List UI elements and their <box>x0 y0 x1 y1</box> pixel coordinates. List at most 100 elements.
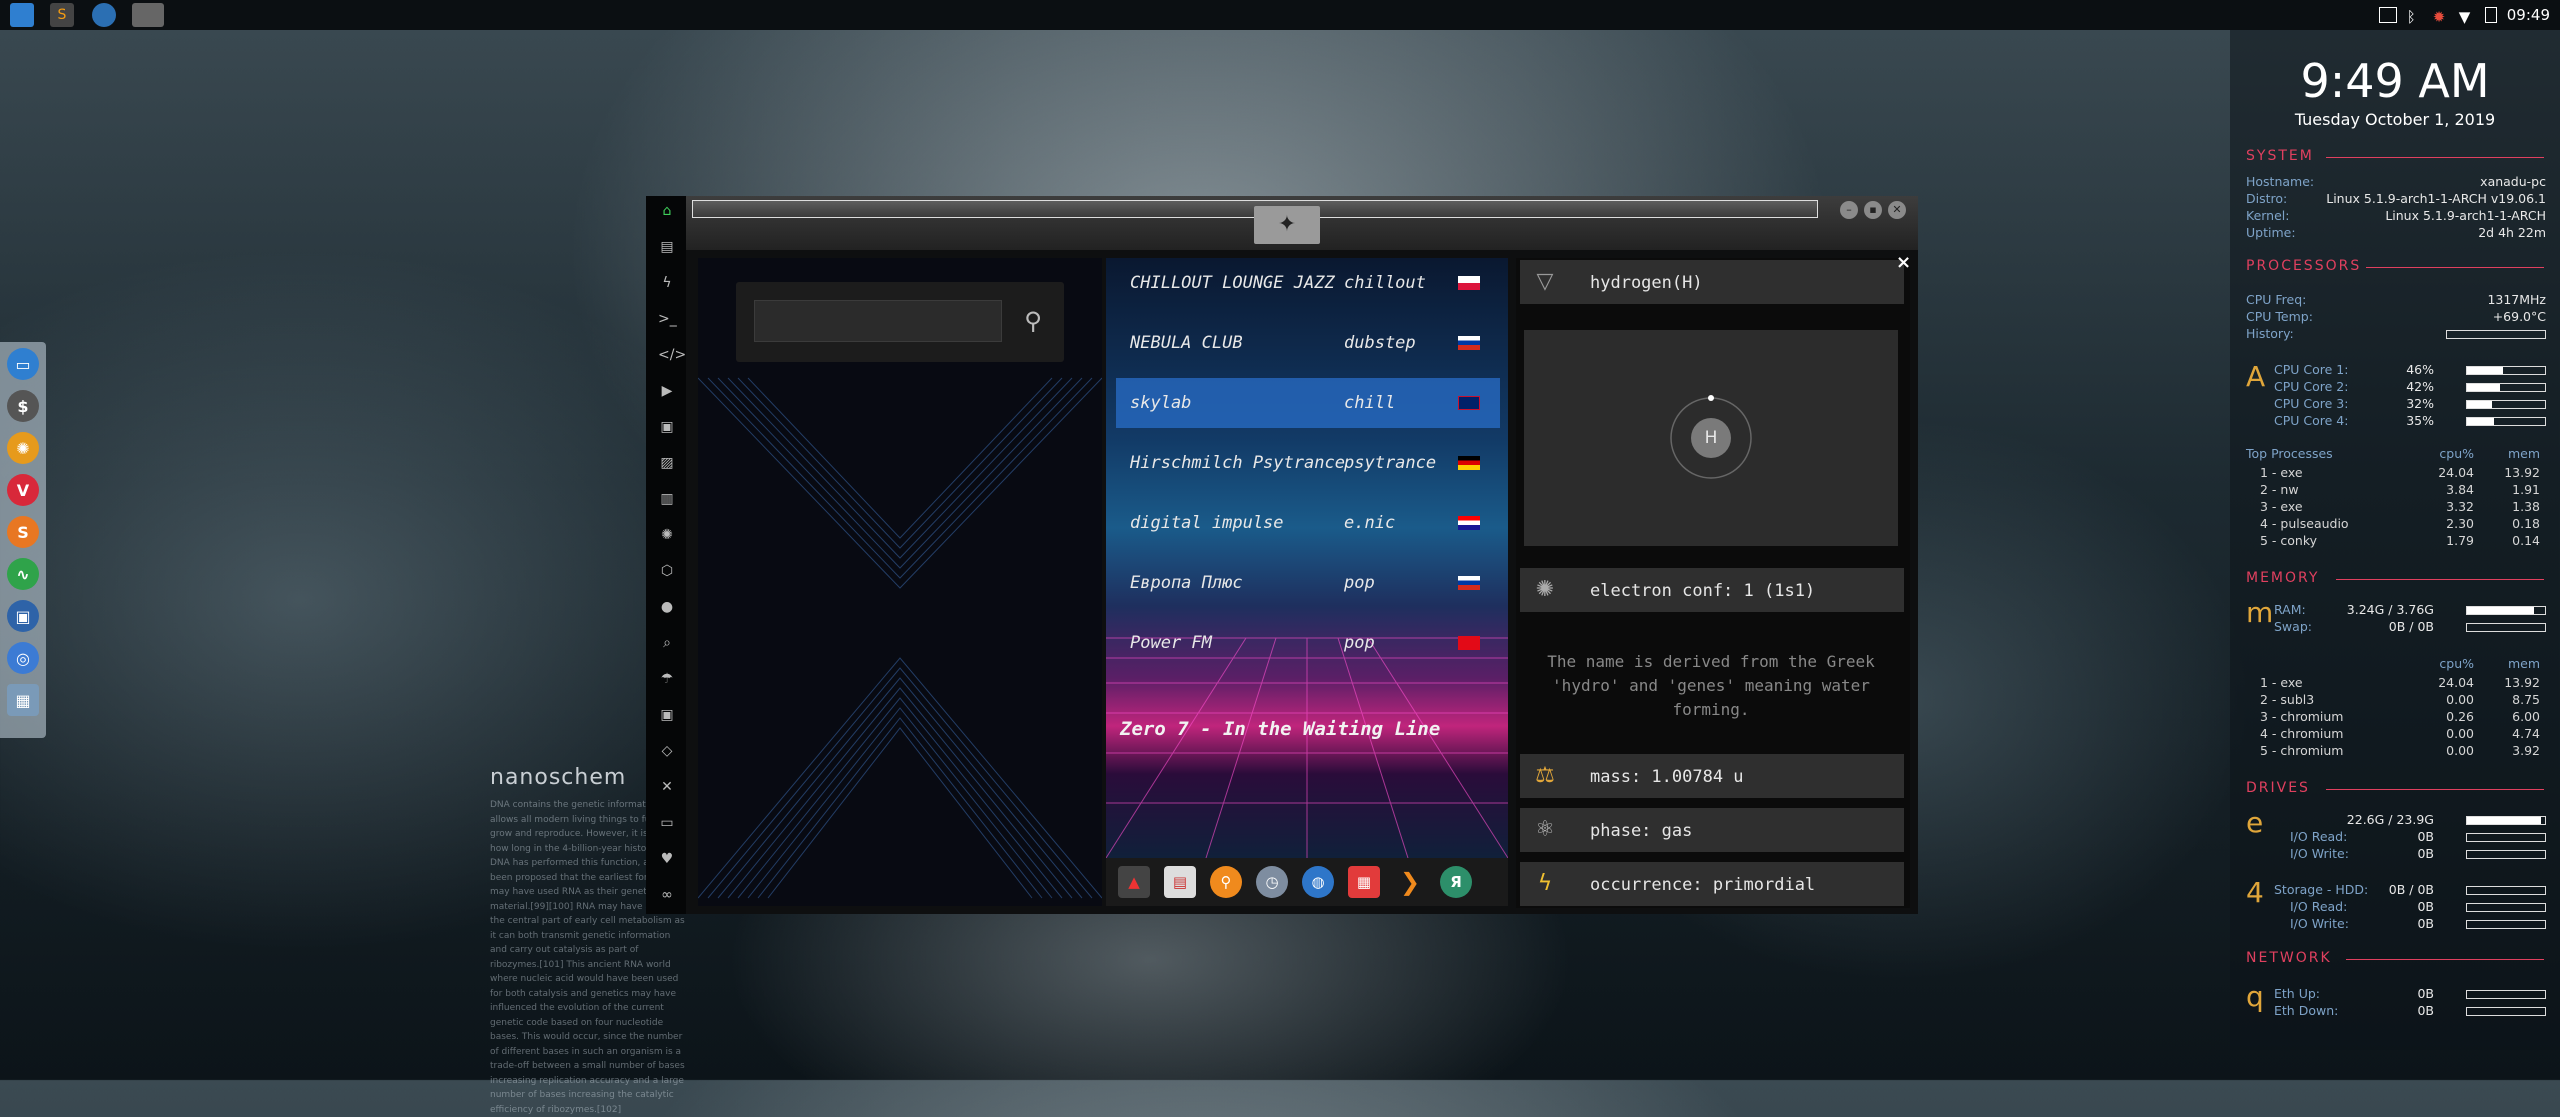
shapes-icon[interactable]: ◇ <box>658 742 676 760</box>
system-heading: SYSTEM <box>2246 148 2314 164</box>
code-icon[interactable]: </> <box>658 346 686 364</box>
app-launcher-bar: ▲ ▤ ⚲ ◷ ◍ ▦ ❯ Я <box>1106 858 1508 906</box>
vivaldi-icon[interactable]: V <box>7 474 39 506</box>
search-input[interactable] <box>754 300 1002 342</box>
station-genre: dubstep <box>1344 333 1416 353</box>
heart-icon[interactable]: ♥ <box>658 850 676 868</box>
station-row[interactable]: Hirschmilch Psytrance psytrance <box>1116 438 1500 488</box>
umbrella-icon[interactable]: ☂ <box>658 670 676 688</box>
process-row: 4 - chromium 0.00 4.74 <box>2260 726 2540 741</box>
drive2-write-row: I/O Write: 0B <box>2290 916 2434 931</box>
bluetooth-icon[interactable]: ᛒ <box>2407 8 2423 26</box>
lightning-icon[interactable]: ϟ <box>658 274 676 292</box>
network-heading: NETWORK <box>2246 950 2332 966</box>
atom-icon: ✺ <box>1535 577 1555 602</box>
grid-icon[interactable]: ▦ <box>7 684 39 716</box>
station-row[interactable]: Power FM pop <box>1116 618 1500 668</box>
money-icon[interactable]: $ <box>7 390 39 422</box>
arrow-icon[interactable]: ❯ <box>1394 866 1426 898</box>
search-box: ⚲ <box>736 282 1064 362</box>
chromium-icon[interactable] <box>92 3 116 27</box>
terminal-icon[interactable]: >_ <box>658 310 677 328</box>
swap-bar <box>2466 623 2546 632</box>
atom-icon[interactable]: ✺ <box>658 526 676 544</box>
document-icon[interactable]: ▤ <box>658 238 676 256</box>
dock: ▭ $ ✺ V S ∿ ▣ ◎ ▦ <box>0 342 46 738</box>
schedule-icon[interactable]: ▦ <box>1348 866 1380 898</box>
cpu-core-bar <box>2466 383 2546 392</box>
monitor-icon[interactable]: ∿ <box>7 558 39 590</box>
calendar-icon[interactable]: ▤ <box>1164 866 1196 898</box>
station-genre: pop <box>1344 633 1375 653</box>
process-row: 2 - subl3 0.00 8.75 <box>2260 692 2540 707</box>
kernel-row: Kernel: Linux 5.1.9-arch1-1-ARCH <box>2246 208 2546 223</box>
io-bar <box>2466 920 2546 929</box>
clock-icon[interactable]: ◷ <box>1256 866 1288 898</box>
gallery-icon[interactable]: ▣ <box>658 418 676 436</box>
search-icon[interactable]: ⚲ <box>1016 304 1050 338</box>
home-icon[interactable]: ⌂ <box>658 202 676 220</box>
close-button[interactable]: ✕ <box>1888 201 1906 219</box>
youtube-icon[interactable]: ▭ <box>658 814 676 832</box>
contact-icon[interactable]: ▣ <box>658 706 676 724</box>
process-row: 1 - exe 24.04 13.92 <box>2260 465 2540 480</box>
workspace-icon[interactable] <box>132 3 164 27</box>
triangle-icon: ▽ <box>1536 269 1554 294</box>
globe-icon[interactable]: ● <box>658 598 676 616</box>
chrome-icon[interactable]: ◎ <box>7 642 39 674</box>
station-genre: chill <box>1344 393 1396 413</box>
process-row: 3 - chromium 0.26 6.00 <box>2260 709 2540 724</box>
element-name: hydrogen(H) <box>1590 273 1703 293</box>
cpu-core-bar <box>2466 417 2546 426</box>
expand-icon[interactable]: ✕ <box>658 778 676 796</box>
minimize-button[interactable]: – <box>1840 201 1858 219</box>
process-row: 5 - conky 1.79 0.14 <box>2260 533 2540 548</box>
eth-down-bar <box>2466 1007 2546 1016</box>
yandex-icon[interactable]: Я <box>1440 866 1472 898</box>
globe-icon[interactable]: ◍ <box>1302 866 1334 898</box>
title-bar[interactable]: ✦ – ▪ ✕ <box>686 196 1918 250</box>
station-row[interactable]: NEBULA CLUB dubstep <box>1116 318 1500 368</box>
wifi-icon[interactable]: ▼ <box>2459 8 2475 26</box>
files-icon[interactable]: ▭ <box>7 348 39 380</box>
turkey-flag-icon <box>1458 636 1480 650</box>
station-name: digital impulse <box>1130 513 1284 533</box>
file-manager-icon[interactable] <box>10 3 34 27</box>
drive1-read-row: I/O Read: 0B <box>2290 829 2434 844</box>
app-icon[interactable]: ▲ <box>1118 866 1150 898</box>
update-icon[interactable]: ✹ <box>2433 8 2449 26</box>
cpu-core-row: CPU Core 1: 46% <box>2274 362 2434 377</box>
link-icon[interactable]: ∞ <box>658 886 676 904</box>
close-panel-icon[interactable]: × <box>1896 254 1912 272</box>
scale-icon: ⚖ <box>1535 763 1555 788</box>
station-name: skylab <box>1130 393 1192 413</box>
element-occurrence: occurrence: primordial <box>1590 875 1816 895</box>
news-icon[interactable]: ▥ <box>658 490 676 508</box>
maximize-button[interactable]: ▪ <box>1864 201 1882 219</box>
sublime-text-icon[interactable]: S <box>50 3 74 27</box>
search-icon[interactable]: ⌕ <box>658 634 676 652</box>
clock-label[interactable]: 09:49 <box>2507 6 2550 24</box>
settings-icon[interactable]: ✺ <box>7 432 39 464</box>
screenshot-icon[interactable] <box>2378 7 2397 23</box>
station-row[interactable]: digital impulse e.nic <box>1116 498 1500 548</box>
eth-up-bar <box>2466 990 2546 999</box>
drive1-bar <box>2466 816 2546 825</box>
hexagon-icon[interactable]: ⬡ <box>658 562 676 580</box>
phase-row: ⚛ phase: gas <box>1520 808 1904 852</box>
battery-icon[interactable] <box>2484 7 2497 23</box>
station-row[interactable]: CHILLOUT LOUNGE JAZZ chillout <box>1116 258 1500 308</box>
play-icon[interactable]: ▶ <box>658 382 676 400</box>
station-row-selected[interactable]: skylab chill <box>1116 378 1500 428</box>
station-genre: psytrance <box>1344 453 1437 473</box>
screen-icon[interactable]: ▣ <box>7 600 39 632</box>
conky-clock: 9:49 AM <box>2300 54 2490 108</box>
conky-widget: 9:49 AM Tuesday October 1, 2019 SYSTEM H… <box>2230 30 2560 1050</box>
station-row[interactable]: Европа Плюс pop <box>1116 558 1500 608</box>
drives-heading: DRIVES <box>2246 780 2310 796</box>
electron-conf: electron conf: 1 (1s1) <box>1590 581 1816 601</box>
search-icon[interactable]: ⚲ <box>1210 866 1242 898</box>
top-processes-header: Top Processes cpu% mem <box>2246 446 2540 461</box>
sublime-icon[interactable]: S <box>7 516 39 548</box>
image-icon[interactable]: ▨ <box>658 454 676 472</box>
